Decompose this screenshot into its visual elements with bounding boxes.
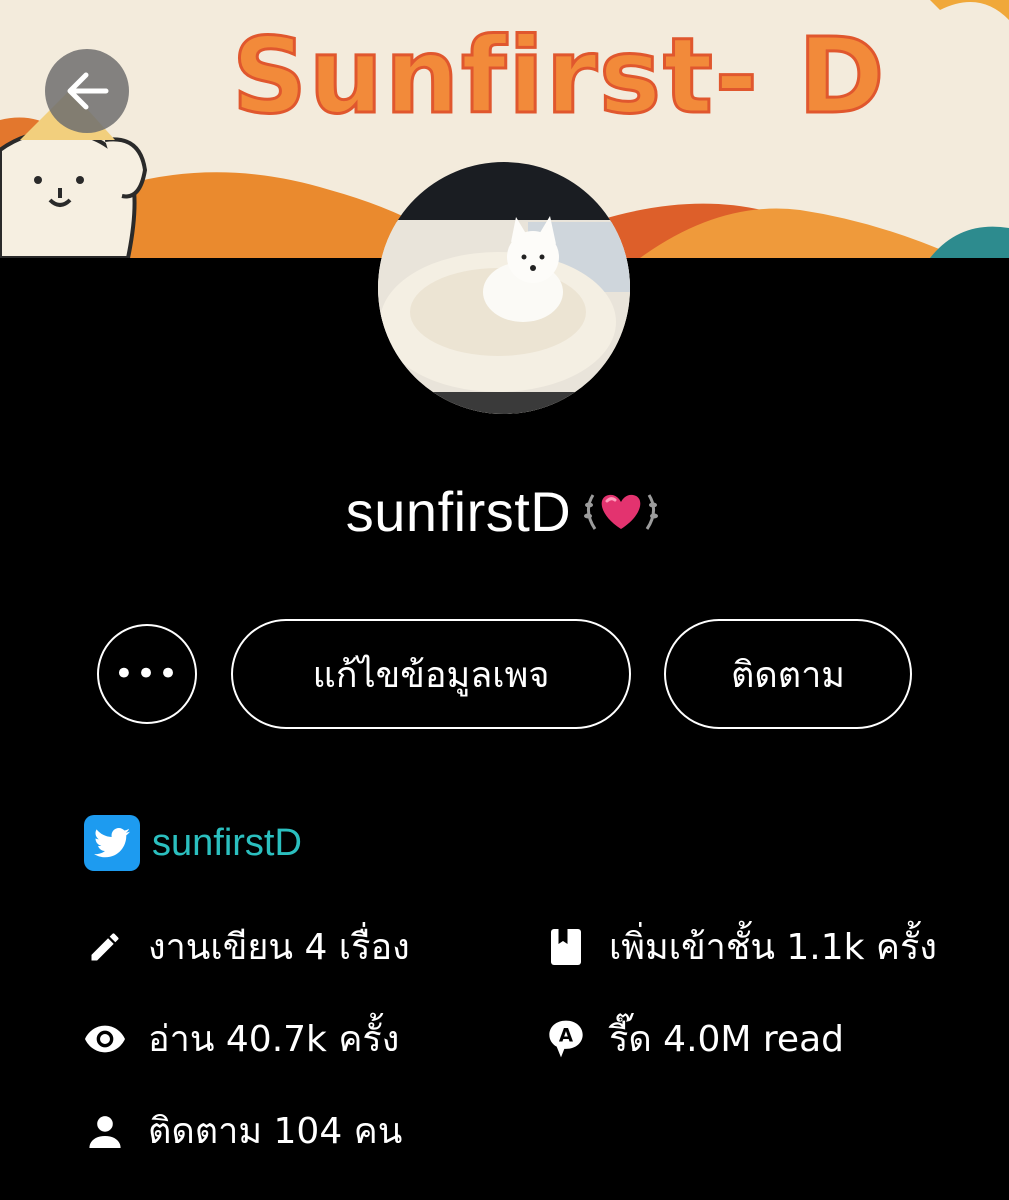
arrow-left-icon [67, 72, 109, 110]
person-icon [84, 1110, 126, 1152]
cover-title: Sunfirst- D [230, 15, 887, 137]
stat-reads: อ่าน 40.7k ครั้ง [84, 1010, 399, 1067]
stat-followers: ติดตาม 104 คน [84, 1102, 402, 1159]
twitter-handle: sunfirstD [152, 821, 302, 864]
username: sunfirstD [345, 479, 572, 543]
more-options-button[interactable]: ••• [97, 624, 197, 724]
twitter-link[interactable]: sunfirstD [84, 815, 302, 871]
eye-icon [84, 1018, 126, 1060]
stat-works-text: งานเขียน 4 เรื่อง [148, 927, 410, 968]
stat-shelf: เพิ่มเข้าชั้น 1.1k ครั้ง [545, 918, 937, 975]
stat-followers-text: ติดตาม 104 คน [148, 1111, 403, 1152]
avatar-photo [378, 162, 630, 414]
edit-page-info-button[interactable]: แก้ไขข้อมูลเพจ [231, 619, 631, 729]
avatar[interactable] [378, 162, 630, 414]
back-button[interactable] [45, 49, 129, 133]
stat-chat-reads: A รี๊ด 4.0M read [545, 1010, 844, 1067]
bookmark-book-icon [545, 926, 587, 968]
chat-bubble-a-icon: A [545, 1018, 587, 1060]
svg-text:A: A [559, 1025, 574, 1046]
stat-reads-text: อ่าน 40.7k ครั้ง [148, 1019, 400, 1060]
stat-chat-reads-text: รี๊ด 4.0M read [609, 1019, 844, 1060]
profile-name-row: sunfirstD [0, 476, 1009, 546]
follow-button[interactable]: ติดตาม [664, 619, 912, 729]
twitter-icon [84, 815, 140, 871]
stat-works: งานเขียน 4 เรื่อง [84, 918, 410, 975]
heart-laurel-badge-icon [584, 494, 659, 530]
stat-shelf-text: เพิ่มเข้าชั้น 1.1k ครั้ง [609, 927, 937, 968]
pencil-icon [84, 926, 126, 968]
